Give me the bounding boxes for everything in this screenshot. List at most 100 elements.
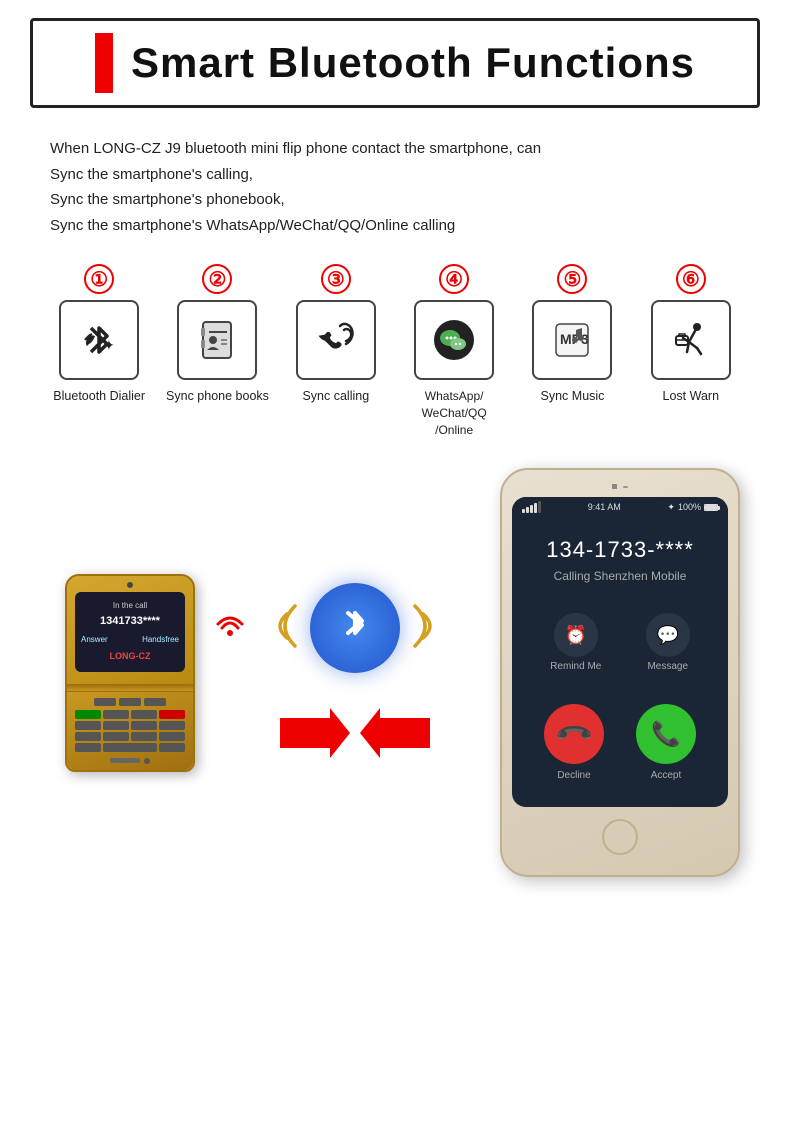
decline-phone-icon: 📞 — [553, 714, 595, 756]
small-phone: In the call 1341733**** Answer Handsfree… — [65, 574, 195, 772]
btn-handsfree: Handsfree — [142, 634, 179, 647]
feature-item-1: ① ✦ Bluetooth Dialier — [44, 264, 154, 406]
key-end — [159, 710, 185, 719]
feature-icon-bluetooth: ✦ — [59, 300, 139, 380]
arrow-left — [360, 708, 430, 767]
remind-label: Remind Me — [550, 661, 601, 672]
feature-number-2: ② — [202, 264, 232, 294]
desc-line-4: Sync the smartphone's WhatsApp/WeChat/QQ… — [50, 213, 740, 239]
arrow-right — [280, 708, 350, 767]
sp-statusbar: 9:41 AM ✦ 100% — [512, 497, 728, 517]
sp-accept-group: 📞 Accept — [636, 704, 696, 781]
sp-call-screen: 134-1733-**** Calling Shenzhen Mobile ⏰ … — [512, 517, 728, 704]
key-star — [75, 743, 101, 752]
desc-line-1: When LONG-CZ J9 bluetooth mini flip phon… — [50, 136, 740, 162]
feature-item-2: ② Sync phone books — [162, 264, 272, 406]
key-4 — [103, 721, 129, 730]
arrows-row — [280, 708, 430, 767]
sp-calling-text: Calling Shenzhen Mobile — [528, 569, 712, 583]
sp-home-row — [512, 819, 728, 855]
bottom-section: In the call 1341733**** Answer Handsfree… — [30, 458, 760, 877]
features-grid: ① ✦ Bluetooth Dialier ② — [30, 254, 760, 458]
phone-hinge — [67, 684, 193, 692]
key-5 — [131, 721, 157, 730]
feature-number-5: ⑤ — [557, 264, 587, 294]
key-7 — [75, 732, 101, 741]
key-space — [103, 743, 157, 752]
key-hash — [159, 743, 185, 752]
phone-brand: LONG-CZ — [81, 649, 179, 663]
key-9 — [131, 732, 157, 741]
feature-item-6: ⑥ Lost Warn — [636, 264, 746, 406]
message-icon: 💬 — [646, 613, 690, 657]
feature-number-3: ③ — [321, 264, 351, 294]
key-1 — [103, 710, 129, 719]
sp-message-btn[interactable]: 💬 Message — [646, 613, 690, 672]
feature-item-3: ③ Sync calling — [281, 264, 391, 406]
sp-remind-btn[interactable]: ⏰ Remind Me — [550, 613, 601, 672]
sp-home-button[interactable] — [602, 819, 638, 855]
feature-label-2: Sync phone books — [166, 388, 269, 406]
smartphone-container: 9:41 AM ✦ 100% 134-1733-**** — [480, 468, 760, 877]
feature-label-3: Sync calling — [302, 388, 369, 406]
feature-icon-wechat — [414, 300, 494, 380]
feature-label-5: Sync Music — [541, 388, 605, 406]
keypad-rows — [75, 710, 185, 752]
alarm-icon: ⏰ — [554, 613, 598, 657]
sp-call-btns: 📞 Decline 📞 Accept — [512, 704, 728, 797]
battery-icon — [704, 504, 718, 511]
decline-button[interactable]: 📞 — [544, 704, 604, 764]
sp-action-btns: ⏰ Remind Me 💬 Message — [528, 613, 712, 672]
nav-row — [75, 698, 185, 706]
sp-camera-row — [512, 484, 728, 489]
feature-label-6: Lost Warn — [663, 388, 720, 406]
wifi-signal-right — [210, 604, 250, 652]
header-deco — [95, 33, 113, 93]
call-btns: Answer Handsfree — [81, 634, 179, 647]
key-8 — [103, 732, 129, 741]
bluetooth-circle — [310, 583, 400, 673]
sp-decline-group: 📞 Decline — [544, 704, 604, 781]
signal-bars — [522, 501, 541, 513]
description-section: When LONG-CZ J9 bluetooth mini flip phon… — [30, 126, 760, 254]
message-label: Message — [647, 661, 688, 672]
nav-key-1 — [94, 698, 116, 706]
phone-top: In the call 1341733**** Answer Handsfree… — [67, 576, 193, 684]
key-6 — [159, 721, 185, 730]
call-status: In the call — [81, 600, 179, 613]
feature-number-1: ① — [84, 264, 114, 294]
phone-screen: In the call 1341733**** Answer Handsfree… — [75, 592, 185, 672]
feature-icon-phonebook — [177, 300, 257, 380]
phone-bottom — [67, 692, 193, 770]
sound-waves-right — [409, 596, 445, 661]
status-time: 9:41 AM — [588, 502, 621, 512]
sp-phone-number: 134-1733-**** — [528, 537, 712, 563]
accept-label: Accept — [636, 770, 696, 781]
page-title: Smart Bluetooth Functions — [131, 39, 695, 87]
feature-number-6: ⑥ — [676, 264, 706, 294]
feature-label-4: WhatsApp/WeChat/QQ/Online — [422, 388, 487, 438]
svg-text:✦: ✦ — [103, 337, 115, 353]
key-3 — [75, 721, 101, 730]
nav-key-3 — [144, 698, 166, 706]
page-wrapper: Smart Bluetooth Functions When LONG-CZ J… — [0, 0, 790, 907]
key-2 — [131, 710, 157, 719]
sp-screen: 9:41 AM ✦ 100% 134-1733-**** — [512, 497, 728, 807]
decline-label: Decline — [544, 770, 604, 781]
desc-line-3: Sync the smartphone's phonebook, — [50, 187, 740, 213]
small-phone-container: In the call 1341733**** Answer Handsfree… — [30, 574, 230, 772]
sound-waves-left — [265, 596, 301, 661]
nav-key-2 — [119, 698, 141, 706]
feature-item-5: ⑤ MP3 Sync Music — [517, 264, 627, 406]
feature-icon-synccalling — [296, 300, 376, 380]
accept-button[interactable]: 📞 — [636, 704, 696, 764]
call-number: 1341733**** — [81, 613, 179, 631]
key-call — [75, 710, 101, 719]
btn-answer: Answer — [81, 634, 108, 647]
feature-icon-music: MP3 — [532, 300, 612, 380]
key-0 — [159, 732, 185, 741]
desc-line-2: Sync the smartphone's calling, — [50, 162, 740, 188]
feature-number-4: ④ — [439, 264, 469, 294]
center-content — [245, 578, 465, 767]
battery-status: 100% — [678, 502, 701, 512]
